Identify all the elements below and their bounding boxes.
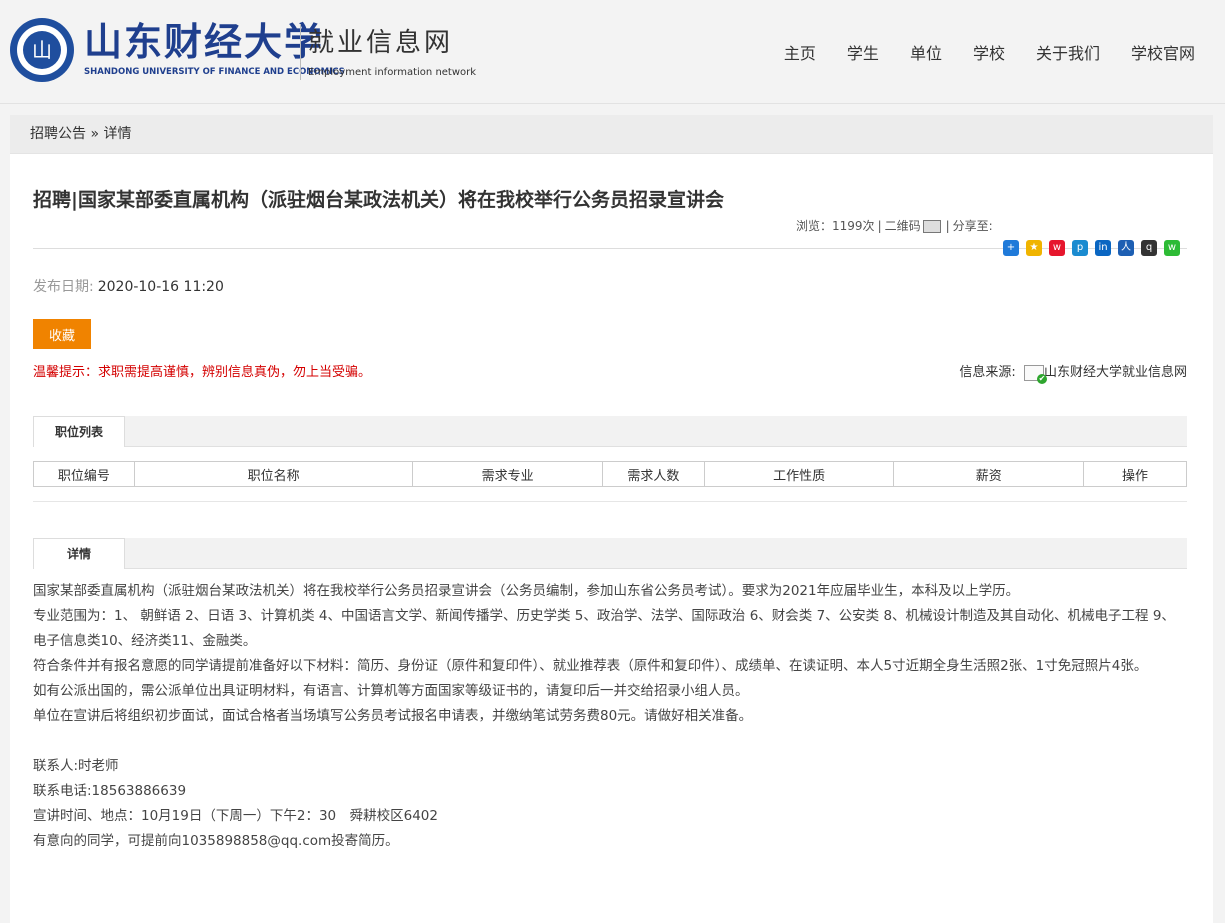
- site-name: 就业信息网: [308, 28, 454, 58]
- resume-email: 有意向的同学，可提前向1035898858@qq.com投寄简历。: [33, 833, 399, 849]
- main-nav: 主页 学生 单位 学校 关于我们 学校官网: [784, 40, 1195, 64]
- article-title: 招聘|国家某部委直属机构（派驻烟台某政法机关）将在我校举行公务员招录宣讲会: [33, 189, 724, 211]
- publish-date-label: 发布日期:: [33, 279, 94, 295]
- col-headcount: 需求人数: [601, 461, 705, 487]
- contact-phone: 联系电话:18563886639: [33, 783, 187, 799]
- col-job-nature: 工作性质: [703, 461, 895, 487]
- body-paragraph: 符合条件并有报名意愿的同学请提前准备好以下材料：简历、身份证（原件和复印件）、就…: [33, 658, 1148, 674]
- favorite-button[interactable]: 收藏: [33, 319, 91, 349]
- source-name: 山东财经大学就业信息网: [1043, 365, 1187, 380]
- views-count: 1199次: [832, 219, 875, 233]
- site-name-english: Employment information network: [308, 67, 477, 78]
- breadcrumb-separator: »: [86, 126, 104, 142]
- nav-home[interactable]: 主页: [784, 40, 816, 64]
- publish-date: 发布日期: 2020-10-16 11:20: [33, 276, 224, 296]
- nav-official-site[interactable]: 学校官网: [1131, 40, 1195, 64]
- job-list-divider: [33, 501, 1187, 502]
- source-label: 信息来源:: [959, 365, 1016, 380]
- publish-date-value: 2020-10-16 11:20: [97, 279, 224, 295]
- tab-detail[interactable]: 详情: [33, 538, 125, 569]
- tencent-weibo-icon[interactable]: p: [1072, 240, 1088, 256]
- article-body: 国家某部委直属机构（派驻烟台某政法机关）将在我校举行公务员招录宣讲会（公务员编制…: [33, 579, 1187, 854]
- info-source: 信息来源: 山东财经大学就业信息网: [959, 361, 1187, 384]
- verified-source-icon: [1023, 364, 1047, 384]
- col-major: 需求专业: [412, 461, 603, 487]
- linkedin-icon[interactable]: in: [1095, 240, 1111, 256]
- warning-tip: 温馨提示：求职需提高谨慎，辨别信息真伪，勿上当受骗。: [33, 365, 372, 380]
- body-paragraph: 专业范围为：1、 朝鲜语 2、日语 3、计算机类 4、中国语言文学、新闻传播学、…: [33, 608, 1175, 649]
- university-logo-text[interactable]: 山东财经大学: [84, 20, 324, 64]
- col-job-id: 职位编号: [33, 461, 135, 487]
- breadcrumb-current: 详情: [103, 126, 132, 142]
- tab-job-list[interactable]: 职位列表: [33, 416, 125, 447]
- nav-employers[interactable]: 单位: [910, 40, 942, 64]
- renren-icon[interactable]: 人: [1118, 240, 1134, 256]
- contact-person: 联系人:时老师: [33, 758, 119, 774]
- weibo-icon[interactable]: w: [1049, 240, 1065, 256]
- main-content: 招聘公告 » 详情 招聘|国家某部委直属机构（派驻烟台某政法机关）将在我校举行公…: [10, 115, 1213, 923]
- col-job-name: 职位名称: [133, 461, 414, 487]
- qr-code-icon[interactable]: [922, 220, 941, 233]
- site-header: 山 山东财经大学 SHANDONG UNIVERSITY OF FINANCE …: [0, 0, 1225, 104]
- share-label: 分享至:: [952, 219, 993, 233]
- qr-code-link[interactable]: 二维码: [885, 219, 921, 233]
- col-action: 操作: [1083, 461, 1187, 487]
- article-meta: 浏览：1199次 | 二维码 | 分享至:: [796, 219, 993, 233]
- session-time-location: 宣讲时间、地点：10月19日（下周一）下午2：30 舜耕校区6402: [33, 808, 438, 824]
- qq-icon[interactable]: q: [1141, 240, 1157, 256]
- detail-tabbar: 详情: [33, 538, 1187, 569]
- nav-students[interactable]: 学生: [847, 40, 879, 64]
- job-table-header: 职位编号 职位名称 需求专业 需求人数 工作性质 薪资 操作: [33, 461, 1187, 487]
- wechat-icon[interactable]: w: [1164, 240, 1180, 256]
- nav-school[interactable]: 学校: [973, 40, 1005, 64]
- job-table: 职位编号 职位名称 需求专业 需求人数 工作性质 薪资 操作: [33, 461, 1187, 487]
- body-paragraph: 单位在宣讲后将组织初步面试，面试合格者当场填写公务员考试报名申请表，并缴纳笔试劳…: [33, 708, 753, 724]
- share-icons: + ★ w p in 人 q w: [1003, 240, 1180, 256]
- logo-divider: [300, 24, 301, 80]
- university-logo-english: SHANDONG UNIVERSITY OF FINANCE AND ECONO…: [84, 67, 345, 77]
- nav-about[interactable]: 关于我们: [1036, 40, 1100, 64]
- qzone-icon[interactable]: ★: [1026, 240, 1042, 256]
- body-paragraph: 国家某部委直属机构（派驻烟台某政法机关）将在我校举行公务员招录宣讲会（公务员编制…: [33, 583, 1020, 599]
- more-share-icon[interactable]: +: [1003, 240, 1019, 256]
- university-emblem-icon[interactable]: 山: [10, 18, 74, 82]
- views-label: 浏览：: [796, 219, 833, 233]
- col-salary: 薪资: [893, 461, 1085, 487]
- breadcrumb-recruitment-link[interactable]: 招聘公告: [30, 126, 86, 142]
- body-paragraph: 如有公派出国的，需公派单位出具证明材料，有语言、计算机等方面国家等级证书的，请复…: [33, 683, 749, 699]
- breadcrumb: 招聘公告 » 详情: [10, 115, 1213, 154]
- job-list-tabbar: 职位列表: [33, 416, 1187, 447]
